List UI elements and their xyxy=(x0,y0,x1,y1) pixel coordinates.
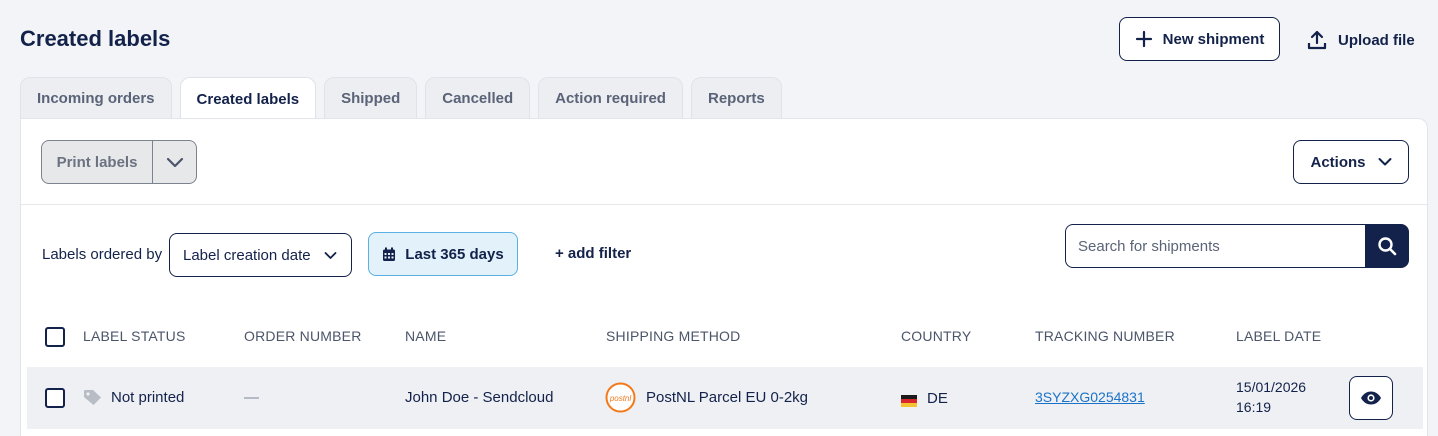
table-header: LABEL STATUS ORDER NUMBER NAME SHIPPING … xyxy=(21,324,1427,352)
tab-cancelled[interactable]: Cancelled xyxy=(425,77,531,119)
column-header-order-number[interactable]: ORDER NUMBER xyxy=(244,328,362,344)
chevron-down-icon xyxy=(324,251,337,259)
print-labels-split-button: Print labels xyxy=(41,140,197,184)
date-range-filter[interactable]: Last 365 days xyxy=(368,232,518,276)
column-header-name[interactable]: NAME xyxy=(405,328,446,344)
chevron-down-icon xyxy=(166,157,183,168)
print-labels-dropdown-toggle[interactable] xyxy=(153,141,196,183)
ordered-by-label: Labels ordered by xyxy=(42,246,163,263)
search-button[interactable] xyxy=(1365,224,1409,268)
actions-label: Actions xyxy=(1310,153,1366,171)
svg-text:postnl: postnl xyxy=(609,394,632,403)
tag-icon xyxy=(84,390,101,405)
tab-incoming-orders[interactable]: Incoming orders xyxy=(20,77,172,119)
table-row[interactable]: Not printed — John Doe - Sendcloud postn… xyxy=(27,367,1423,429)
labels-panel: Print labels Actions Labels ordered by L… xyxy=(20,118,1428,436)
order-number: — xyxy=(244,389,259,406)
tab-reports[interactable]: Reports xyxy=(690,77,782,119)
tracking-number-link[interactable]: 3SYZXG0254831 xyxy=(1035,389,1145,405)
select-all-checkbox[interactable] xyxy=(45,327,65,347)
column-header-shipping-method[interactable]: SHIPPING METHOD xyxy=(606,328,740,344)
postnl-logo-icon: postnl xyxy=(605,382,636,413)
calendar-icon xyxy=(383,247,396,261)
recipient-name: John Doe - Sendcloud xyxy=(405,389,554,406)
view-shipment-button[interactable] xyxy=(1349,376,1393,420)
tab-shipped[interactable]: Shipped xyxy=(324,77,418,119)
tab-bar: Incoming orders Created labels Shipped C… xyxy=(20,77,782,120)
actions-dropdown[interactable]: Actions xyxy=(1293,140,1409,184)
date-range-label: Last 365 days xyxy=(405,245,504,263)
add-filter-button[interactable]: + add filter xyxy=(555,245,631,262)
label-date-time: 16:19 xyxy=(1236,399,1272,415)
shipping-method: PostNL Parcel EU 0-2kg xyxy=(646,389,809,406)
label-status: Not printed xyxy=(111,389,185,406)
order-by-value: Label creation date xyxy=(183,246,311,264)
country-code: DE xyxy=(927,390,948,407)
page-title: Created labels xyxy=(20,26,171,51)
toolbar-divider xyxy=(21,204,1427,205)
tab-action-required[interactable]: Action required xyxy=(538,77,683,119)
column-header-tracking-number[interactable]: TRACKING NUMBER xyxy=(1035,328,1175,344)
search-icon xyxy=(1378,237,1397,256)
new-shipment-button[interactable]: New shipment xyxy=(1119,17,1280,61)
row-checkbox[interactable] xyxy=(45,388,65,408)
eye-icon xyxy=(1361,391,1381,405)
chevron-down-icon xyxy=(1378,158,1391,166)
search-bar xyxy=(1065,224,1409,268)
tab-created-labels[interactable]: Created labels xyxy=(179,77,317,120)
order-by-select[interactable]: Label creation date xyxy=(169,233,352,277)
search-input[interactable] xyxy=(1065,224,1365,268)
upload-file-label: Upload file xyxy=(1338,31,1415,49)
column-header-label-date[interactable]: LABEL DATE xyxy=(1236,328,1321,344)
new-shipment-label: New shipment xyxy=(1162,30,1265,48)
label-date-day: 15/01/2026 xyxy=(1236,379,1307,395)
column-header-country[interactable]: COUNTRY xyxy=(901,328,971,344)
germany-flag-icon xyxy=(901,395,917,407)
upload-file-button[interactable]: Upload file xyxy=(1306,26,1415,54)
column-header-label-status[interactable]: LABEL STATUS xyxy=(83,328,186,344)
upload-icon xyxy=(1307,30,1327,50)
plus-icon xyxy=(1135,30,1152,48)
print-labels-button[interactable]: Print labels xyxy=(42,141,153,183)
